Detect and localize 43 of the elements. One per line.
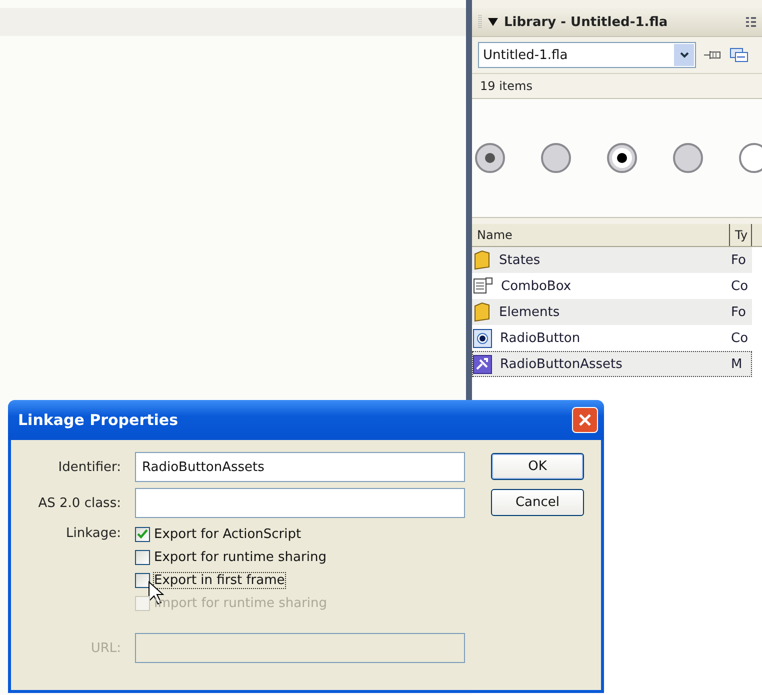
url-label: URL: bbox=[90, 640, 121, 656]
item-type: Co bbox=[731, 330, 750, 346]
checkbox[interactable] bbox=[135, 526, 150, 542]
movie-clip-icon bbox=[473, 354, 492, 374]
library-row[interactable]: States Fo bbox=[472, 247, 752, 273]
dialog-title: Linkage Properties bbox=[18, 411, 178, 429]
field-label: AS 2.0 class: bbox=[37, 496, 121, 510]
library-row[interactable]: Elements Fo bbox=[472, 299, 752, 325]
item-name: States bbox=[498, 252, 542, 268]
close-button[interactable] bbox=[572, 407, 598, 433]
item-type: Fo bbox=[731, 304, 747, 320]
check-icon bbox=[137, 529, 148, 539]
item-type: Co bbox=[731, 278, 750, 294]
list-icon bbox=[473, 277, 493, 295]
item-name: ComboBox bbox=[500, 278, 572, 294]
grip-icon bbox=[478, 15, 482, 29]
checkbox-label[interactable]: Export for ActionScript bbox=[153, 526, 302, 542]
item-name: Elements bbox=[498, 304, 561, 320]
column-header[interactable]: Name bbox=[472, 224, 730, 246]
chevron-icon bbox=[680, 52, 688, 58]
panel-title: Library - Untitled-1.fla bbox=[504, 14, 669, 30]
dialog-button[interactable]: Cancel bbox=[491, 489, 584, 516]
pin-icon[interactable] bbox=[704, 48, 722, 62]
dialog-button[interactable]: OK bbox=[491, 453, 584, 480]
input-field[interactable]: RadioButtonAssets bbox=[135, 452, 465, 482]
document-dropdown[interactable]: Untitled-1.fla bbox=[478, 42, 696, 68]
radio-icon bbox=[473, 328, 492, 348]
column-header[interactable]: Ty bbox=[730, 224, 752, 246]
library-row[interactable]: RadioButtonAssets M bbox=[472, 351, 752, 377]
menu-icon[interactable] bbox=[746, 17, 756, 27]
checkbox[interactable] bbox=[135, 550, 150, 564]
input-field[interactable] bbox=[135, 488, 465, 518]
field-label: Identifier: bbox=[57, 460, 121, 474]
checkbox[interactable] bbox=[135, 572, 150, 588]
item-name: RadioButton bbox=[499, 330, 582, 346]
collapse-triangle-icon[interactable] bbox=[488, 18, 498, 26]
checkbox-label[interactable]: Export for runtime sharing bbox=[153, 548, 328, 566]
new-window-icon[interactable] bbox=[730, 48, 748, 62]
linkage-label: Linkage: bbox=[65, 526, 121, 541]
item-name: RadioButtonAssets bbox=[499, 356, 624, 372]
close-icon bbox=[578, 413, 592, 427]
item-type: M bbox=[731, 356, 744, 372]
item-type: Fo bbox=[731, 252, 747, 268]
